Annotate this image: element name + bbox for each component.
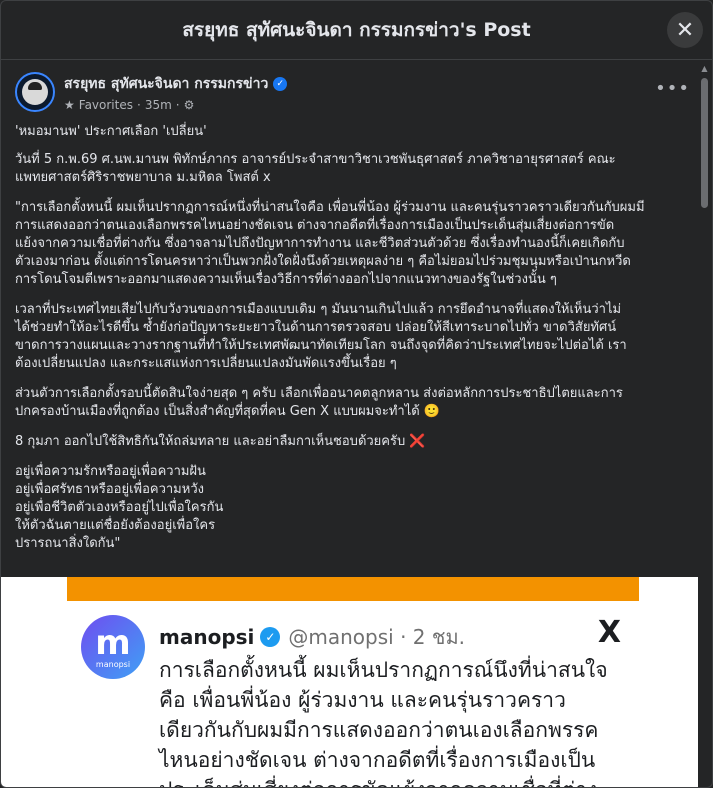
close-button[interactable]: ✕ bbox=[667, 12, 703, 48]
more-options-button[interactable]: ••• bbox=[655, 78, 690, 99]
tweet-text: การเลือกตั้งหนนี้ ผมเห็นปรากฏการณ์นึงที่… bbox=[159, 658, 608, 787]
x-logo-icon: X bbox=[597, 615, 621, 650]
post-meta: ★ Favorites · 35m · ⚙ bbox=[64, 97, 195, 112]
avatar[interactable] bbox=[15, 72, 55, 112]
post-time[interactable]: 35m bbox=[145, 98, 172, 112]
post-dialog: สรยุทธ สุทัศนะจินดา กรรมกรข่าว's Post ✕ … bbox=[0, 0, 713, 788]
post-paragraph: 8 กุมภา ออกไปใช้สิทธิกันให้ถล่มทลาย และอ… bbox=[15, 434, 426, 449]
post-paragraph: เวลาที่ประเทศไทยเสียไปกับวังวนของการเมือ… bbox=[15, 302, 627, 371]
author-name[interactable]: สรยุทธ สุทัศนะจินดา กรรมกรข่าว bbox=[64, 73, 268, 95]
tweet-verified-icon: ✓ bbox=[260, 627, 281, 647]
orange-banner bbox=[67, 577, 639, 601]
scroll-thumb[interactable] bbox=[701, 78, 708, 208]
post-paragraph: "การเลือกตั้งหนนี้ ผมเห็นปรากฏการณ์หนึ่ง… bbox=[15, 200, 645, 287]
gear-icon: ⚙ bbox=[183, 97, 195, 112]
manopsi-logo: m manopsi bbox=[81, 615, 145, 679]
verified-badge-icon: ✓ bbox=[273, 76, 288, 91]
embedded-tweet: m manopsi manopsi ✓ @manopsi · 2 ชม. X ก… bbox=[67, 601, 639, 787]
scroll-up-icon[interactable]: ▲ bbox=[700, 64, 709, 74]
post-body: 'หมอมานพ' ประกาศเลือก 'เปลี่ยน' วันที่ 5… bbox=[15, 123, 685, 565]
post-image[interactable]: m manopsi manopsi ✓ @manopsi · 2 ชม. X ก… bbox=[1, 577, 698, 787]
favorites-label[interactable]: Favorites bbox=[79, 98, 133, 112]
post-paragraph: ส่วนตัวการเลือกตั้งรอบนี้ตัดสินใจง่ายสุด… bbox=[15, 386, 623, 419]
dialog-header: สรยุทธ สุทัศนะจินดา กรรมกรข่าว's Post ✕ bbox=[1, 1, 712, 60]
post-paragraph: วันที่ 5 ก.พ.69 ศ.นพ.มานพ พิทักษ์ภากร อา… bbox=[15, 152, 616, 185]
scrollbar[interactable]: ▲ bbox=[700, 64, 709, 784]
more-options-icon: ••• bbox=[655, 78, 690, 99]
post-paragraph: อยู่เพื่อความรักหรืออยู่เพื่อความฝัน อยู… bbox=[15, 464, 224, 551]
star-icon: ★ bbox=[64, 97, 75, 112]
post-paragraph: 'หมอมานพ' ประกาศเลือก 'เปลี่ยน' bbox=[15, 124, 207, 139]
post-scroll-area[interactable]: สรยุทธ สุทัศนะจินดา กรรมกรข่าว ✓ ★ Favor… bbox=[1, 60, 712, 787]
post-header: สรยุทธ สุทัศนะจินดา กรรมกรข่าว ✓ ★ Favor… bbox=[15, 72, 288, 112]
tweet-handle: @manopsi · 2 ชม. bbox=[288, 625, 465, 649]
dialog-title: สรยุทธ สุทัศนะจินดา กรรมกรข่าว's Post bbox=[182, 19, 531, 41]
close-icon: ✕ bbox=[675, 17, 695, 43]
tweet-author: manopsi ✓ @manopsi · 2 ชม. bbox=[159, 621, 465, 653]
